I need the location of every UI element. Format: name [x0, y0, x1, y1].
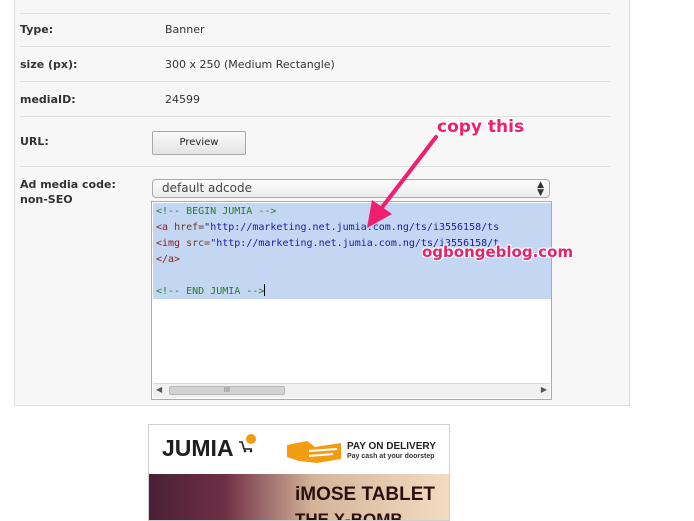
pay-on-delivery-subtitle: Pay cash at your doorstep [347, 453, 435, 460]
pay-on-delivery-title: PAY ON DELIVERY [347, 441, 436, 452]
jumia-logo: JUMIA [162, 435, 234, 461]
cart-star-icon [239, 434, 256, 453]
cash-hand-icon [287, 441, 341, 463]
watermark-text: ogbongeblog.com [422, 243, 574, 261]
promo-subline: THE X-BOMB [295, 510, 403, 521]
banner-header: JUMIA PAY ON DELIVERY Pay cash at your d… [149, 425, 449, 474]
ad-banner-preview: JUMIA PAY ON DELIVERY Pay cash at your d… [148, 424, 450, 521]
annotation-copy-this: copy this [437, 117, 525, 137]
promo-headline: iMOSE TABLET [295, 484, 436, 505]
banner-promo: iMOSE TABLET THE X-BOMB [149, 474, 449, 521]
